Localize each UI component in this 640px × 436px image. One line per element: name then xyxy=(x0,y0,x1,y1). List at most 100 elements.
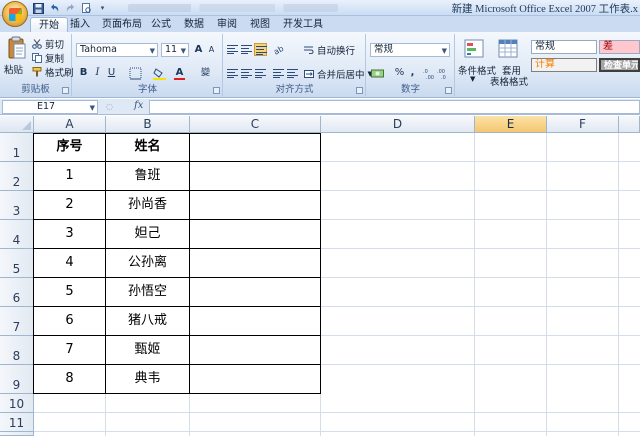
number-dialog-launcher[interactable] xyxy=(445,87,452,94)
clipboard-dialog-launcher[interactable] xyxy=(62,87,69,94)
row-header-5[interactable]: 5 xyxy=(0,249,34,278)
currency-button[interactable] xyxy=(371,67,384,80)
cell-a3[interactable]: 2 xyxy=(34,191,105,219)
save-icon[interactable] xyxy=(32,2,45,15)
bold-button[interactable]: B xyxy=(77,66,90,80)
grow-font-button[interactable]: A xyxy=(192,43,205,57)
column-header-a[interactable]: A xyxy=(34,116,106,133)
row-header-8[interactable]: 8 xyxy=(0,336,34,365)
underline-button[interactable]: U xyxy=(105,66,118,80)
style-normal[interactable]: 常规 xyxy=(531,40,597,54)
column-header-d[interactable]: D xyxy=(321,116,475,133)
gridline xyxy=(189,394,190,436)
align-center-button[interactable] xyxy=(240,67,253,80)
row-header-12[interactable] xyxy=(0,432,34,436)
format-as-table-label-2[interactable]: 表格格式 xyxy=(490,74,528,88)
cut-button[interactable]: 剪切 xyxy=(32,38,64,51)
orientation-button[interactable]: ab xyxy=(272,43,285,57)
column-header-b[interactable]: B xyxy=(106,116,190,133)
comma-button[interactable]: , xyxy=(406,66,419,80)
cell-a1[interactable]: 序号 xyxy=(34,133,105,161)
decrease-indent-button[interactable] xyxy=(272,67,285,80)
row-header-11[interactable]: 11 xyxy=(0,413,34,432)
cell-b6[interactable]: 孙悟空 xyxy=(106,278,189,306)
font-dialog-launcher[interactable] xyxy=(213,87,220,94)
italic-button[interactable]: I xyxy=(91,66,104,80)
align-left-button[interactable] xyxy=(226,67,239,80)
tab-formulas[interactable]: 公式 xyxy=(143,17,179,32)
row-header-6[interactable]: 6 xyxy=(0,278,34,307)
borders-button[interactable] xyxy=(129,67,142,80)
merge-center-button[interactable]: 合并后居中 ▼ xyxy=(304,68,373,81)
column-header-g[interactable] xyxy=(619,116,640,133)
style-check-cell[interactable]: 检查单元 xyxy=(599,58,640,72)
copy-button[interactable]: 复制 xyxy=(32,52,64,65)
alignment-dialog-launcher[interactable] xyxy=(356,87,363,94)
formula-input[interactable] xyxy=(149,100,640,114)
bottom-align-button[interactable] xyxy=(254,43,267,56)
format-as-table-icon[interactable] xyxy=(498,38,520,60)
decrease-decimal-button[interactable]: .00.0 xyxy=(437,67,450,81)
cell-a5[interactable]: 4 xyxy=(34,249,105,277)
insert-function-button[interactable]: fx xyxy=(134,100,143,111)
customize-toolbar-icon[interactable]: ▾ xyxy=(96,2,109,15)
row-header-1[interactable]: 1 xyxy=(0,133,34,162)
cell-a2[interactable]: 1 xyxy=(34,162,105,190)
name-box[interactable]: E17 ▼ xyxy=(2,100,98,114)
tab-page-layout[interactable]: 页面布局 xyxy=(94,17,150,32)
percent-button[interactable]: % xyxy=(393,66,406,80)
cell-a7[interactable]: 6 xyxy=(34,307,105,335)
middle-align-button[interactable] xyxy=(240,43,253,56)
row-header-2[interactable]: 2 xyxy=(0,162,34,191)
cell-a4[interactable]: 3 xyxy=(34,220,105,248)
select-all-button[interactable] xyxy=(0,116,34,133)
number-format-combo[interactable]: 常规 ▼ xyxy=(370,43,450,57)
increase-decimal-button[interactable]: .0.00 xyxy=(423,67,436,81)
cell-b9[interactable]: 典韦 xyxy=(106,365,189,393)
fill-color-button[interactable] xyxy=(153,67,166,80)
print-preview-icon[interactable] xyxy=(80,2,93,15)
cell-b1[interactable]: 姓名 xyxy=(106,133,189,161)
tab-review[interactable]: 审阅 xyxy=(209,17,245,32)
row-header-10[interactable]: 10 xyxy=(0,394,34,413)
row-header-9[interactable]: 9 xyxy=(0,365,34,394)
phonetic-button[interactable]: 變 xyxy=(199,66,212,80)
font-size-combo[interactable]: 11 ▼ xyxy=(161,43,189,57)
wrap-text-button[interactable]: 自动换行 xyxy=(304,44,355,57)
tab-insert[interactable]: 插入 xyxy=(62,17,98,32)
cell-b7[interactable]: 猪八戒 xyxy=(106,307,189,335)
cell-b5[interactable]: 公孙离 xyxy=(106,249,189,277)
format-painter-button[interactable]: 格式刷 xyxy=(32,66,74,79)
row-header-3[interactable]: 3 xyxy=(0,191,34,220)
cell-b8[interactable]: 甄姬 xyxy=(106,336,189,364)
redo-icon[interactable] xyxy=(64,2,77,15)
row-header-4[interactable]: 4 xyxy=(0,220,34,249)
paste-button[interactable]: 粘贴 xyxy=(4,62,23,76)
cell-a6[interactable]: 5 xyxy=(34,278,105,306)
cell-a9[interactable]: 8 xyxy=(34,365,105,393)
column-header-c[interactable]: C xyxy=(190,116,321,133)
font-name-combo[interactable]: Tahoma ▼ xyxy=(76,43,158,57)
cell-b3[interactable]: 孙尚香 xyxy=(106,191,189,219)
style-calculation[interactable]: 计算 xyxy=(531,58,597,72)
tab-developer[interactable]: 开发工具 xyxy=(275,17,331,32)
cell-a8[interactable]: 7 xyxy=(34,336,105,364)
style-bad[interactable]: 差 xyxy=(599,40,640,54)
cell-b4[interactable]: 妲己 xyxy=(106,220,189,248)
tab-data[interactable]: 数据 xyxy=(176,17,212,32)
paste-icon[interactable] xyxy=(8,36,26,60)
align-right-button[interactable] xyxy=(254,67,267,80)
font-color-button[interactable]: A xyxy=(173,66,186,80)
column-header-e[interactable]: E xyxy=(475,116,547,133)
shrink-font-button[interactable]: A xyxy=(205,43,218,57)
top-align-button[interactable] xyxy=(226,43,239,56)
row-header-7[interactable]: 7 xyxy=(0,307,34,336)
formula-bar-resize-icon[interactable]: ◌ xyxy=(106,102,116,112)
conditional-format-icon[interactable] xyxy=(464,38,486,60)
tab-view[interactable]: 视图 xyxy=(242,17,278,32)
office-button[interactable] xyxy=(2,1,28,27)
cell-b2[interactable]: 鲁班 xyxy=(106,162,189,190)
undo-icon[interactable] xyxy=(48,2,61,15)
column-header-f[interactable]: F xyxy=(547,116,619,133)
increase-indent-button[interactable] xyxy=(286,67,299,80)
